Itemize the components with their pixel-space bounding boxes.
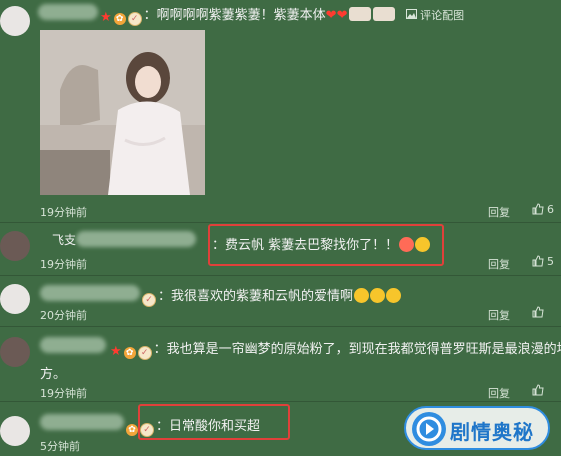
username[interactable]	[40, 285, 140, 301]
photo-image	[40, 30, 205, 195]
comment-item: ★ ✿ ✓ ：我也算是一帘幽梦的原始粉了，到现在我都觉得普罗旺斯是最浪漫的地 方。 1…	[0, 327, 561, 401]
like-count: 5	[547, 255, 554, 268]
comment-time: 19分钟前	[40, 258, 87, 271]
thumbs-up-icon	[532, 306, 544, 318]
thumbs-up-icon	[532, 255, 544, 267]
reply-button[interactable]: 回复	[488, 256, 510, 272]
comment-content: ✓ ：我很喜欢的紫萋和云帆的爱情啊	[142, 285, 402, 307]
sticker-icon	[373, 7, 396, 21]
username[interactable]: 飞支	[52, 231, 76, 248]
username-blur	[76, 231, 196, 247]
comment-content: ★ ✿ ✓ ：啊啊啊啊紫萋紫萋！紫萋本体❤❤ 评论配图	[100, 4, 464, 26]
avatar[interactable]	[0, 284, 30, 314]
comment-photo[interactable]	[40, 30, 205, 195]
comment-time: 19分钟前	[40, 206, 87, 219]
reply-button[interactable]: 回复	[488, 307, 510, 323]
sticker-icon	[349, 7, 372, 21]
emoji-icon	[354, 288, 370, 303]
avatar[interactable]	[0, 416, 30, 446]
watermark-text: 剧情奥秘	[450, 420, 534, 444]
star-badge-icon: ★	[100, 10, 112, 25]
comment-content: ★ ✿ ✓ ：我也算是一帘幽梦的原始粉了，到现在我都觉得普罗旺斯是最浪漫的地	[110, 338, 561, 360]
avatar[interactable]	[0, 231, 30, 261]
comment-text-line2: 方。	[40, 367, 67, 382]
comment-item: ✓ ：我很喜欢的紫萋和云帆的爱情啊 20分钟前 回复	[0, 276, 561, 326]
reply-button[interactable]: 回复	[488, 204, 510, 220]
watermark-logo-icon	[412, 412, 446, 446]
vip-badge-icon: ✿	[113, 13, 126, 25]
vip-badge-icon: ✿	[126, 424, 138, 436]
image-icon	[405, 9, 417, 19]
comment-item: ★ ✿ ✓ ：啊啊啊啊紫萋紫萋！紫萋本体❤❤ 评论配图 19分钟前 回复 6	[0, 0, 561, 222]
like-button[interactable]	[532, 306, 547, 319]
reply-button[interactable]: 回复	[488, 385, 510, 401]
thumbs-up-icon	[532, 384, 544, 396]
thumbs-up-icon	[532, 203, 544, 215]
like-button[interactable]: 5	[532, 255, 554, 268]
username-fragment: 飞支	[52, 233, 77, 247]
username[interactable]	[40, 414, 124, 430]
level-badge-icon: ✓	[142, 293, 156, 307]
comment-text: ：啊啊啊啊紫萋紫萋！紫萋本体	[143, 8, 326, 23]
comment-time: 19分钟前	[40, 387, 87, 400]
like-button[interactable]	[532, 384, 547, 397]
level-badge-icon: ✓	[127, 12, 142, 26]
username[interactable]	[38, 4, 98, 20]
watermark: 剧情奥秘	[404, 406, 550, 450]
avatar[interactable]	[0, 337, 30, 367]
username[interactable]	[40, 337, 106, 353]
heart-emoji-icon: ❤❤	[325, 8, 348, 23]
level-badge-icon: ✓	[137, 346, 152, 360]
vip-badge-icon: ✿	[123, 347, 136, 359]
like-button[interactable]: 6	[532, 203, 554, 216]
pic-link-label: 评论配图	[420, 9, 465, 22]
comment-time: 5分钟前	[40, 440, 80, 453]
emoji-icon	[370, 288, 386, 303]
star-badge-icon: ★	[110, 344, 122, 359]
like-count: 6	[547, 203, 554, 216]
comment-text: ：我很喜欢的紫萋和云帆的爱情啊	[158, 289, 354, 304]
comment-text-line1: ：我也算是一帘幽梦的原始粉了，到现在我都觉得普罗旺斯是最浪漫的地	[153, 342, 561, 357]
highlight-box	[208, 224, 444, 266]
pic-link[interactable]: 评论配图	[405, 9, 465, 22]
avatar[interactable]	[0, 6, 30, 36]
comment-time: 20分钟前	[40, 309, 87, 322]
emoji-icon	[386, 288, 402, 303]
highlight-box	[138, 404, 290, 440]
